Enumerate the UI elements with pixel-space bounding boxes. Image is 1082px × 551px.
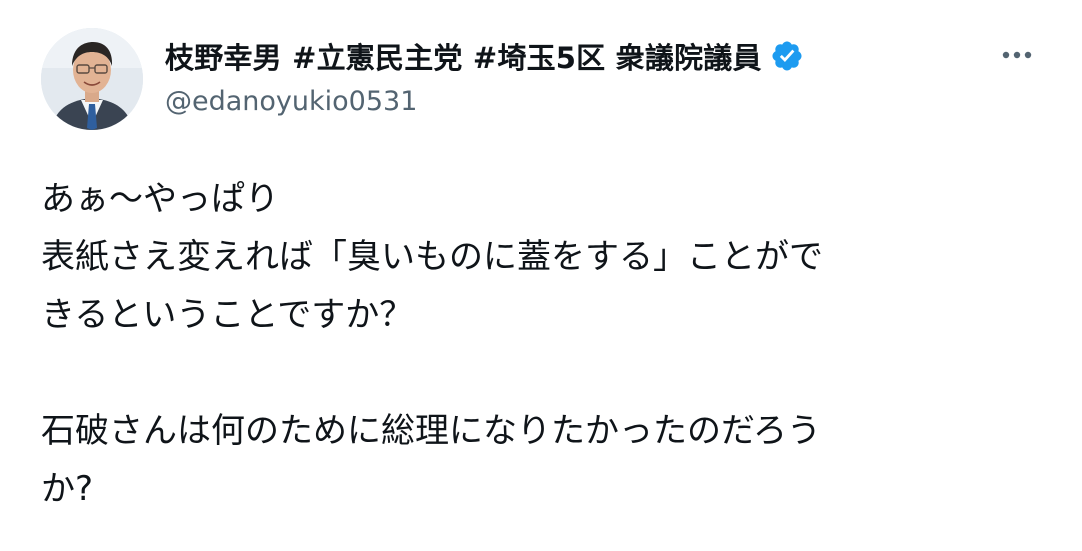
- more-horizontal-icon: [1002, 51, 1032, 59]
- author-handle[interactable]: @edanoyukio0531: [165, 86, 417, 117]
- avatar-photo: [41, 28, 143, 130]
- author-display-name[interactable]: 枝野幸男 #立憲民主党 #埼玉5区 衆議院議員: [165, 35, 762, 77]
- author-avatar[interactable]: [41, 28, 143, 130]
- tweet-text-line: あぁ〜やっぱり: [41, 179, 279, 219]
- verified-badge-icon[interactable]: [770, 39, 804, 73]
- paragraph-break: [41, 344, 1041, 402]
- tweet-body: あぁ〜やっぱり 表紙さえ変えれば「臭いものに蓋をする」ことがで きるということで…: [41, 170, 1041, 518]
- author-name-row[interactable]: 枝野幸男 #立憲民主党 #埼玉5区 衆議院議員: [165, 34, 804, 78]
- tweet-card: 枝野幸男 #立憲民主党 #埼玉5区 衆議院議員 @edanoyukio0531 …: [0, 0, 1082, 551]
- tweet-text-line: か?: [41, 469, 94, 509]
- tweet-text-line: きるということですか？: [41, 295, 414, 335]
- more-options-button[interactable]: [990, 34, 1044, 76]
- tweet-text-line: 表紙さえ変えれば「臭いものに蓋をする」ことがで: [41, 237, 823, 277]
- tweet-text-line: 石破さんは何のために総理になりたかったのだろう: [41, 411, 821, 451]
